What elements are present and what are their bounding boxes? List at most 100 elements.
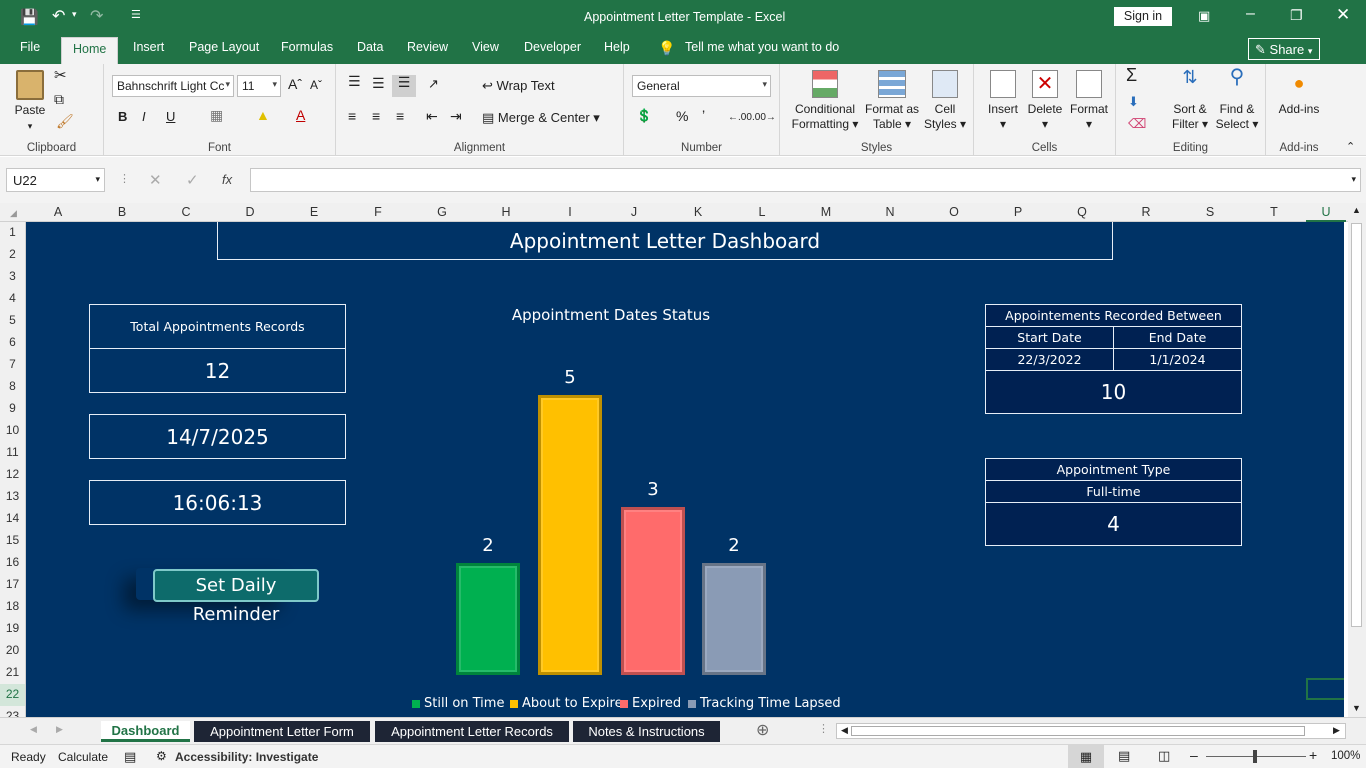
- column-header-n[interactable]: N: [858, 205, 922, 219]
- add-sheet-icon[interactable]: ⊕: [756, 720, 769, 740]
- page-layout-view-icon[interactable]: ▤: [1118, 748, 1130, 764]
- tab-file[interactable]: File: [20, 40, 40, 54]
- select-all-icon[interactable]: ◢: [10, 208, 17, 219]
- undo-dropdown-icon[interactable]: ▾: [72, 9, 77, 20]
- tab-data[interactable]: Data: [357, 40, 383, 54]
- customize-toolbar-icon[interactable]: ☰: [131, 8, 141, 21]
- column-header-m[interactable]: M: [794, 205, 858, 219]
- tab-developer[interactable]: Developer: [524, 40, 581, 54]
- row-header-1[interactable]: 1: [0, 225, 25, 239]
- legend-entry[interactable]: Expired: [620, 696, 681, 711]
- row-header-7[interactable]: 7: [0, 357, 25, 371]
- column-header-h[interactable]: H: [474, 205, 538, 219]
- h-scroll-thumb[interactable]: [851, 726, 1305, 736]
- legend-entry[interactable]: About to Expire: [510, 696, 623, 711]
- clear-icon[interactable]: ⌫: [1128, 116, 1146, 131]
- bar-expired[interactable]: [621, 507, 685, 675]
- column-header-e[interactable]: E: [282, 205, 346, 219]
- row-header-19[interactable]: 19: [0, 621, 25, 635]
- start-date-value[interactable]: 22/3/2022: [985, 348, 1114, 371]
- copy-icon[interactable]: ⧉: [54, 92, 64, 107]
- fill-icon[interactable]: ⬇: [1128, 94, 1139, 109]
- row-header-6[interactable]: 6: [0, 335, 25, 349]
- scroll-right-icon[interactable]: ▶: [1333, 725, 1340, 736]
- sheet-tab-dashboard[interactable]: Dashboard: [101, 721, 190, 742]
- decrease-decimal-icon[interactable]: .00→: [752, 110, 776, 125]
- merge-center-button[interactable]: ▤ Merge & Center ▾: [482, 110, 600, 125]
- column-header-b[interactable]: B: [90, 205, 154, 219]
- sheet-tab-notes[interactable]: Notes & Instructions: [573, 721, 720, 742]
- row-header-21[interactable]: 21: [0, 665, 25, 679]
- column-header-f[interactable]: F: [346, 205, 410, 219]
- normal-view-icon[interactable]: ▦: [1068, 745, 1104, 768]
- accounting-format-icon[interactable]: 💲: [636, 108, 652, 123]
- collapse-ribbon-icon[interactable]: ⌃: [1346, 140, 1355, 153]
- column-header-a[interactable]: A: [26, 205, 90, 219]
- autosum-icon[interactable]: Σ: [1126, 66, 1137, 84]
- align-left-icon[interactable]: ≡: [348, 109, 356, 124]
- restore-icon[interactable]: ❐: [1290, 7, 1303, 24]
- name-box[interactable]: U22 ▾: [6, 168, 105, 192]
- tab-page-layout[interactable]: Page Layout: [189, 40, 259, 54]
- format-as-table-button[interactable]: Format as Table ▾: [862, 70, 922, 132]
- column-header-c[interactable]: C: [154, 205, 218, 219]
- prev-sheet-icon[interactable]: ◀: [30, 724, 37, 735]
- orientation-icon[interactable]: ↗: [428, 76, 439, 91]
- row-header-22[interactable]: 22: [0, 684, 25, 706]
- set-daily-reminder-button[interactable]: Set Daily Reminder: [153, 569, 319, 625]
- row-header-10[interactable]: 10: [0, 423, 25, 437]
- row-header-17[interactable]: 17: [0, 577, 25, 591]
- delete-cells-button[interactable]: ✕ Delete ▾: [1024, 70, 1066, 132]
- format-painter-icon[interactable]: 🖌: [56, 114, 74, 129]
- borders-icon[interactable]: ▦: [210, 108, 223, 123]
- column-header-k[interactable]: K: [666, 205, 730, 219]
- row-header-20[interactable]: 20: [0, 643, 25, 657]
- align-middle-icon[interactable]: ☰: [372, 76, 385, 91]
- scroll-thumb[interactable]: [1351, 223, 1362, 627]
- addins-button[interactable]: ● Add-ins: [1274, 74, 1324, 117]
- undo-icon[interactable]: ↶: [52, 6, 65, 26]
- share-button[interactable]: ✎ Share ▾: [1248, 38, 1320, 60]
- column-header-r[interactable]: R: [1114, 205, 1178, 219]
- sign-in-button[interactable]: Sign in: [1114, 7, 1172, 26]
- confirm-entry-icon[interactable]: ✓: [186, 171, 199, 189]
- align-bottom-icon[interactable]: ☰: [392, 75, 416, 97]
- close-icon[interactable]: ✕: [1336, 5, 1350, 25]
- increase-decimal-icon[interactable]: ←.00: [728, 110, 752, 125]
- zoom-out-icon[interactable]: –: [1190, 747, 1198, 763]
- percent-button[interactable]: %: [676, 109, 688, 124]
- increase-font-icon[interactable]: Aˆ: [288, 77, 302, 92]
- selected-cell-u22[interactable]: [1306, 678, 1344, 700]
- ribbon-display-icon[interactable]: ▣: [1198, 8, 1210, 24]
- column-header-o[interactable]: O: [922, 205, 986, 219]
- scroll-down-icon[interactable]: ▼: [1352, 703, 1361, 713]
- cancel-entry-icon[interactable]: ✕: [149, 171, 162, 189]
- comma-button[interactable]: ’: [702, 108, 705, 123]
- column-header-d[interactable]: D: [218, 205, 282, 219]
- insert-function-icon[interactable]: fx: [222, 172, 232, 187]
- minimize-icon[interactable]: –: [1246, 5, 1255, 23]
- tab-home[interactable]: Home: [61, 37, 119, 64]
- expand-formula-icon[interactable]: ▾: [1351, 174, 1356, 185]
- horizontal-scrollbar[interactable]: ◀ ▶: [836, 723, 1346, 739]
- row-header-12[interactable]: 12: [0, 467, 25, 481]
- zoom-in-icon[interactable]: +: [1309, 747, 1317, 763]
- column-header-q[interactable]: Q: [1050, 205, 1114, 219]
- row-header-15[interactable]: 15: [0, 533, 25, 547]
- insert-cells-button[interactable]: Insert ▾: [982, 70, 1024, 132]
- column-header-g[interactable]: G: [410, 205, 474, 219]
- row-header-9[interactable]: 9: [0, 401, 25, 415]
- row-header-4[interactable]: 4: [0, 291, 25, 305]
- sheet-tab-form[interactable]: Appointment Letter Form: [194, 721, 370, 742]
- bar-still-on-time[interactable]: [456, 563, 520, 675]
- tab-split-handle-icon[interactable]: ⋮: [818, 722, 829, 735]
- row-header-18[interactable]: 18: [0, 599, 25, 613]
- font-color-icon[interactable]: A: [296, 108, 305, 123]
- legend-entry[interactable]: Tracking Time Lapsed: [688, 696, 841, 711]
- save-icon[interactable]: 💾: [20, 8, 39, 26]
- conditional-formatting-button[interactable]: Conditional Formatting ▾: [788, 70, 862, 132]
- underline-button[interactable]: U: [166, 109, 175, 124]
- wrap-text-button[interactable]: ↩ Wrap Text: [482, 78, 555, 93]
- italic-button[interactable]: I: [142, 109, 146, 124]
- column-header-l[interactable]: L: [730, 205, 794, 219]
